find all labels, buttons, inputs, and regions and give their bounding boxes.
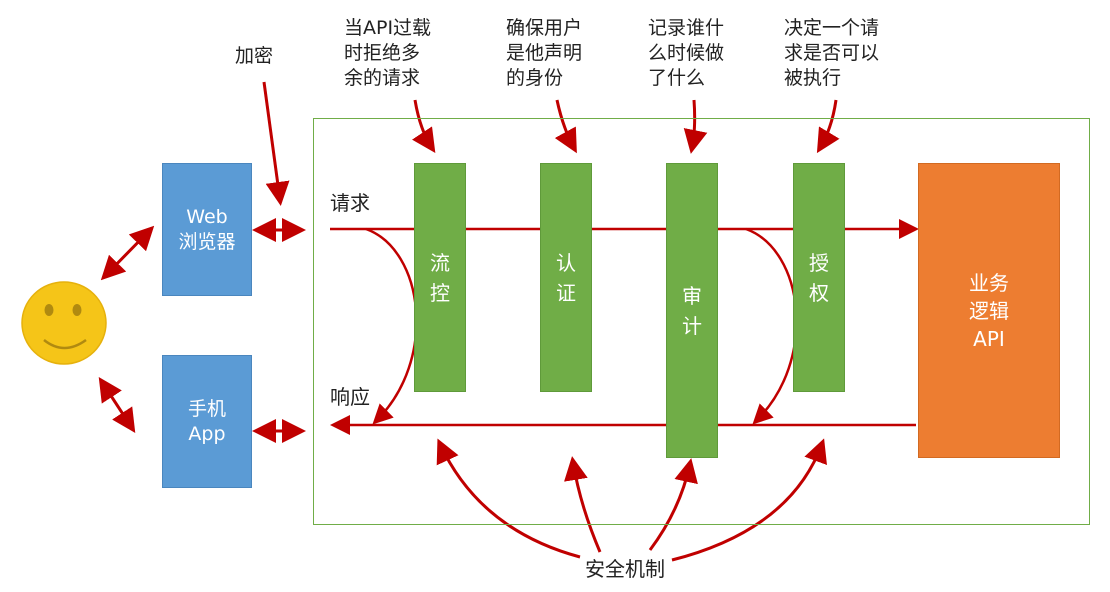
authentication-box: 认 证 <box>540 163 592 392</box>
arrow-face-app <box>98 376 136 434</box>
business-logic-api-box: 业务 逻辑 API <box>918 163 1060 458</box>
note-audit: 记录谁什 么时候做 了什么 <box>648 17 725 89</box>
authorization-box: 授 权 <box>793 163 845 392</box>
user-smiley-icon <box>21 281 107 365</box>
note-authn: 确保用户 是他声明 的身份 <box>506 17 583 89</box>
note-encryption: 加密 <box>235 45 274 67</box>
arrow-encryption <box>262 81 290 206</box>
audit-box: 审 计 <box>666 163 718 458</box>
security-mechanism-label: 安全机制 <box>585 557 665 581</box>
request-label: 请求 <box>330 191 370 215</box>
note-throttle: 当API过载 时拒绝多 余的请求 <box>344 17 432 89</box>
web-browser-box: Web 浏览器 <box>162 163 252 296</box>
throttle-box: 流 控 <box>414 163 466 392</box>
response-label: 响应 <box>330 385 370 409</box>
arrow-face-web <box>100 225 155 281</box>
note-authz: 决定一个请 求是否可以 被执行 <box>784 17 880 89</box>
api-security-diagram: 加密 当API过载 时拒绝多 余的请求 确保用户 是他声明 的身份 记录谁什 么… <box>0 0 1110 592</box>
mobile-app-box: 手机 App <box>162 355 252 488</box>
